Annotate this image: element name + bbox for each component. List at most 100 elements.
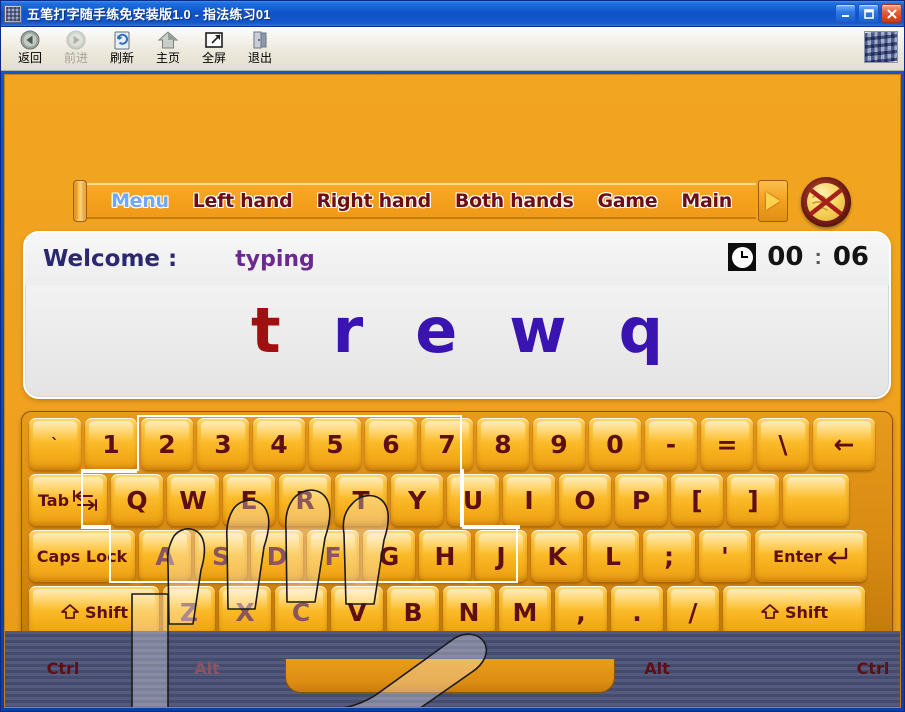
key-blank-1-13[interactable] (783, 474, 849, 526)
title-bar: 五笔打字随手练免安装版1.0 - 指法练习01 (1, 1, 904, 27)
username-value: typing (235, 246, 315, 272)
toolbar-exit-button[interactable]: 退出 (237, 30, 283, 70)
key-3-0-3[interactable]: 3 (197, 418, 249, 470)
key-q-1-1[interactable]: Q (111, 474, 163, 526)
keyboard-logo-icon (864, 31, 898, 63)
key-4-0-4[interactable]: 4 (253, 418, 305, 470)
typing-letter: w (509, 294, 567, 367)
key-9-0-9[interactable]: 9 (533, 418, 585, 470)
toolbar-fullscreen-button[interactable]: 全屏 (191, 30, 237, 70)
key-l-2-9[interactable]: L (587, 530, 639, 582)
application-window: 五笔打字随手练免安装版1.0 - 指法练习01 返回 前进 刷新 主页 全屏 退… (0, 0, 905, 712)
toolbar-forward-label: 前进 (63, 51, 88, 65)
key-label: 3 (214, 429, 232, 459)
key-tab-1-0[interactable]: Tab (29, 474, 107, 526)
key-8-0-8[interactable]: 8 (477, 418, 529, 470)
key-label: Z (179, 597, 199, 627)
key-label: L (605, 541, 621, 571)
key-sym-0-0[interactable]: ` (29, 418, 81, 470)
key-label: Tab (37, 490, 70, 510)
key-1-0-1[interactable]: 1 (85, 418, 137, 470)
key-p-1-10[interactable]: P (615, 474, 667, 526)
key-a-2-1[interactable]: A (139, 530, 191, 582)
clock-icon (728, 243, 757, 271)
key-w-1-2[interactable]: W (167, 474, 219, 526)
key-sym-0-12[interactable]: = (701, 418, 753, 470)
key-e-1-3[interactable]: E (223, 474, 275, 526)
key-label: ' (721, 541, 729, 571)
key-sym-1-11[interactable]: [ (671, 474, 723, 526)
key-f-2-4[interactable]: F (307, 530, 359, 582)
maximize-button[interactable] (858, 4, 879, 23)
typing-letter: r (332, 294, 364, 367)
key-label: ; (664, 541, 674, 571)
key-k-2-8[interactable]: K (531, 530, 583, 582)
key-label: Enter (773, 546, 822, 566)
key-sym-0-14[interactable]: ← (813, 418, 875, 470)
nav-item-game[interactable]: Game (597, 190, 657, 212)
toolbar-back-button[interactable]: 返回 (7, 30, 53, 70)
key-label: D (266, 541, 288, 571)
close-button[interactable] (881, 4, 902, 23)
key-label: S (211, 541, 230, 571)
toolbar-refresh-button[interactable]: 刷新 (99, 30, 145, 70)
key-label: 4 (270, 429, 288, 459)
panel-header: Welcome : typing 00 : 06 (25, 233, 889, 285)
key-o-1-9[interactable]: O (559, 474, 611, 526)
nav-item-main[interactable]: Main (681, 190, 732, 212)
key-6-0-6[interactable]: 6 (365, 418, 417, 470)
shift-up-arrow-icon (61, 604, 79, 619)
key-y-1-6[interactable]: Y (391, 474, 443, 526)
key-2-0-2[interactable]: 2 (141, 418, 193, 470)
key-sym-2-11[interactable]: ' (699, 530, 751, 582)
key-label: P (631, 485, 651, 515)
key-label: \ (778, 429, 788, 459)
typing-letter: q (618, 294, 663, 367)
key-label: N (458, 597, 480, 627)
toolbar-forward-button[interactable]: 前进 (53, 30, 99, 70)
no-hands-icon[interactable] (801, 177, 851, 227)
nav-item-menu[interactable]: Menu (111, 190, 169, 212)
key-label: B (403, 597, 423, 627)
key-sym-0-11[interactable]: - (645, 418, 697, 470)
key-g-2-5[interactable]: G (363, 530, 415, 582)
key-5-0-5[interactable]: 5 (309, 418, 361, 470)
key-enter-2-12[interactable]: Enter (755, 530, 867, 582)
key-label: A (155, 541, 175, 571)
key-sym-1-12[interactable]: ] (727, 474, 779, 526)
play-triangle-icon[interactable] (758, 180, 788, 222)
toolbar-home-label: 主页 (155, 51, 180, 65)
toolbar-home-button[interactable]: 主页 (145, 30, 191, 70)
back-arrow-icon (19, 30, 41, 51)
key-7-0-7[interactable]: 7 (421, 418, 473, 470)
toolbar-fullscreen-label: 全屏 (201, 51, 226, 65)
refresh-icon (111, 30, 133, 51)
nav-item-left-hand[interactable]: Left hand (193, 190, 293, 212)
key-t-1-5[interactable]: T (335, 474, 387, 526)
keyboard-wrist-rest (285, 659, 615, 693)
nav-item-both-hands[interactable]: Both hands (455, 190, 574, 212)
key-r-1-4[interactable]: R (279, 474, 331, 526)
key-h-2-6[interactable]: H (419, 530, 471, 582)
key-label: Ctrl (856, 658, 890, 678)
keyboard-row: Tab Q W E R T Y U I O P [] (29, 474, 885, 526)
key-i-1-8[interactable]: I (503, 474, 555, 526)
key-capslock-2-0[interactable]: Caps Lock (29, 530, 135, 582)
key-label: , (576, 597, 586, 627)
key-d-2-3[interactable]: D (251, 530, 303, 582)
nav-item-right-hand[interactable]: Right hand (316, 190, 431, 212)
key-j-2-7[interactable]: J (475, 530, 527, 582)
key-s-2-2[interactable]: S (195, 530, 247, 582)
key-label: M (512, 597, 538, 627)
toolbar-back-label: 返回 (17, 51, 42, 65)
key-u-1-7[interactable]: U (447, 474, 499, 526)
fullscreen-icon (203, 30, 225, 51)
key-sym-0-13[interactable]: \ (757, 418, 809, 470)
key-label: ← (833, 429, 855, 459)
key-label: Q (126, 485, 148, 515)
app-content: Menu Left hand Right hand Both hands Gam… (4, 74, 901, 708)
minimize-button[interactable] (835, 4, 856, 23)
key-sym-2-10[interactable]: ; (643, 530, 695, 582)
key-0-0-10[interactable]: 0 (589, 418, 641, 470)
typing-letters: t r e w q (25, 281, 889, 381)
